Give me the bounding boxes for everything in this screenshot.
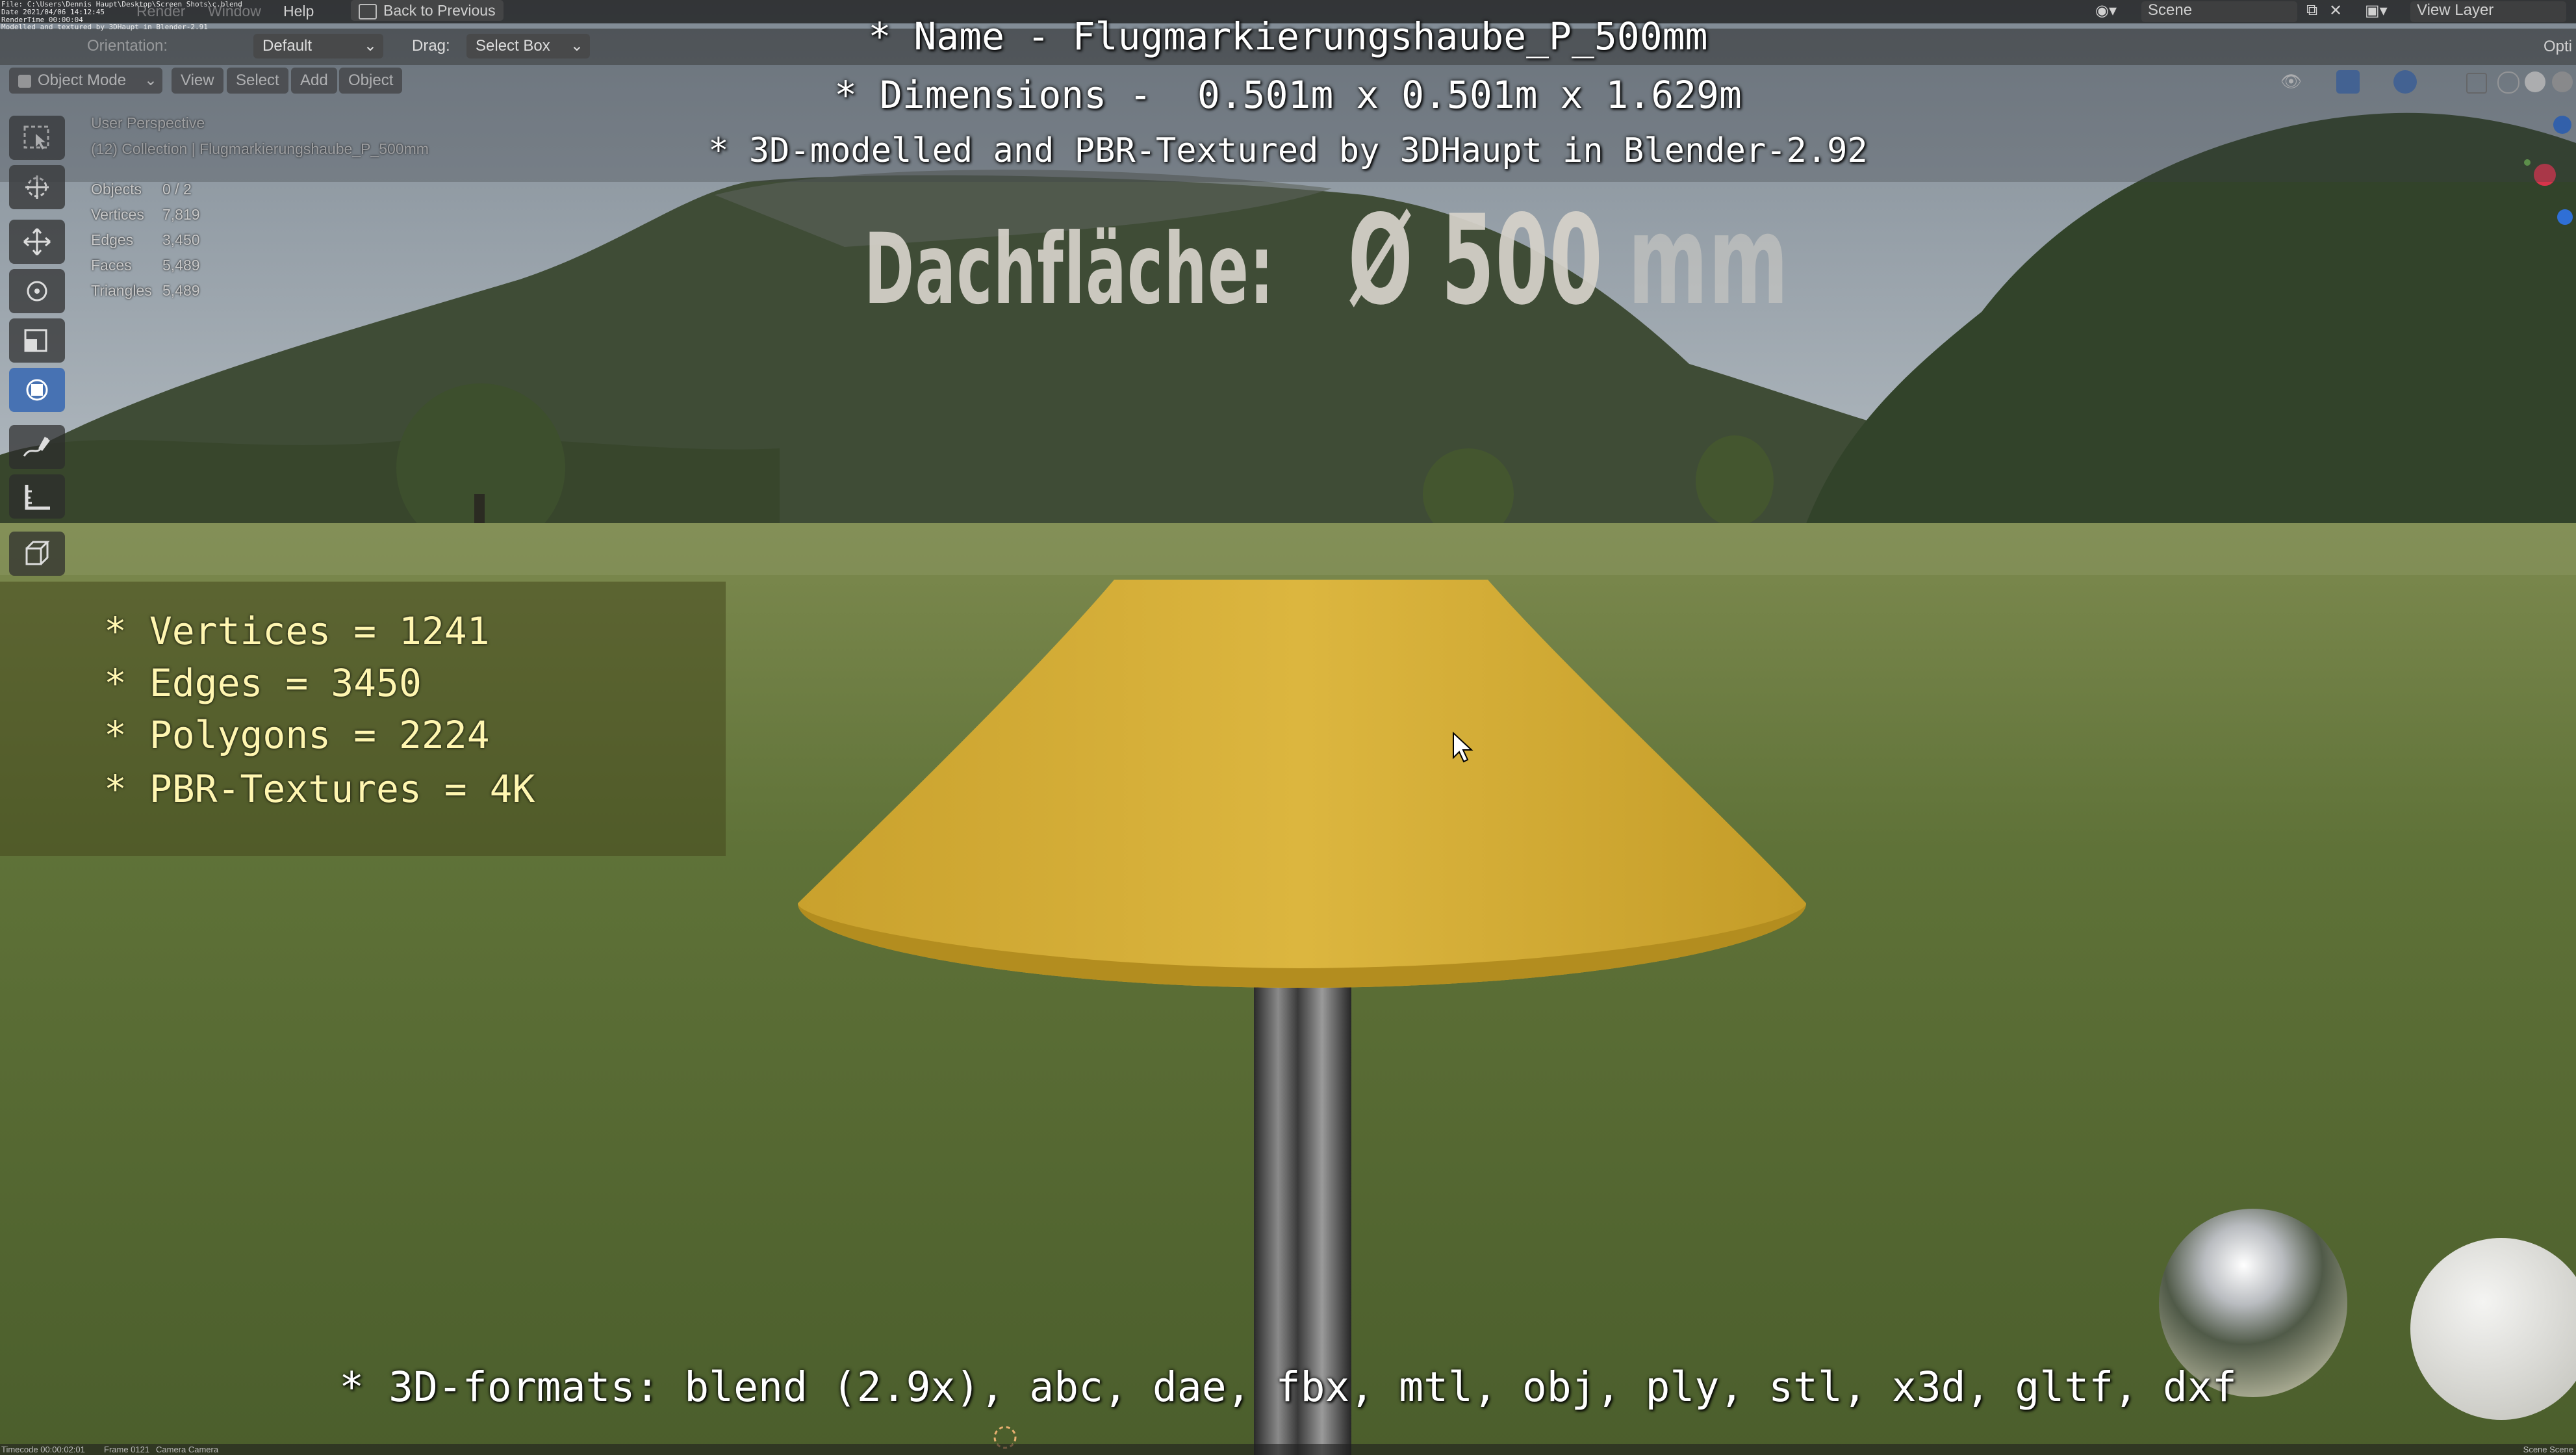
timecode: Timecode 00:00:02:01 (1, 1445, 85, 1454)
stat-edges: Edges 3,450 (91, 231, 200, 249)
stat-value: 5,489 (162, 282, 200, 299)
scene-name: Scene Scene (2523, 1445, 2573, 1454)
transform-tool[interactable] (9, 368, 65, 412)
stat-label: Triangles (91, 282, 152, 299)
stat-value: 0 / 2 (162, 181, 192, 198)
stat-faces: Faces 5,489 (91, 257, 200, 274)
stat-label: Vertices (91, 206, 144, 223)
annotate-tool[interactable] (9, 425, 65, 469)
model-info-box: * Vertices = 1241 * Edges = 3450 * Polyg… (0, 582, 726, 856)
move-tool[interactable] (9, 220, 65, 264)
info-polygons: * Polygons = 2224 (104, 713, 490, 757)
stat-objects: Objects 0 / 2 (91, 181, 192, 198)
measure-icon (25, 485, 50, 510)
blender-window: Dachfläche: Ø 500 mm File: C:\Users\Denn… (0, 0, 2576, 1455)
diameter-unit: mm (1627, 188, 1789, 332)
frame-number: Frame 0121 (104, 1445, 150, 1454)
info-vertices: * Vertices = 1241 (104, 609, 490, 653)
stat-value: 3,450 (162, 231, 200, 248)
scale-tool[interactable] (9, 318, 65, 363)
stat-label: Edges (91, 231, 134, 248)
stat-value: 5,489 (162, 257, 200, 274)
move-icon (23, 228, 51, 255)
info-textures: * PBR-Textures = 4K (104, 767, 535, 811)
diameter-value: Ø 500 (1347, 188, 1603, 332)
info-edges: * Edges = 3450 (104, 661, 422, 705)
rotate-tool[interactable] (9, 269, 65, 313)
stat-value: 7,819 (162, 206, 200, 223)
add-cube-icon (25, 541, 50, 565)
camera-name: Camera Camera (156, 1445, 219, 1454)
view-icon (2557, 209, 2573, 225)
formats-line: * 3D-formats: blend (2.9x), abc, dae, fb… (339, 1363, 2237, 1411)
stat-label: Objects (91, 181, 142, 198)
add-cube-tool[interactable] (9, 532, 65, 576)
title-name-line: * Name - Flugmarkierungshaube_P_500mm (868, 14, 1708, 58)
scene-3d-text: Dachfläche: Ø 500 mm (864, 188, 1789, 332)
measure-tool[interactable] (9, 474, 65, 519)
stat-triangles: Triangles 5,489 (91, 282, 200, 300)
title-dimensions-line: * Dimensions - 0.501m x 0.501m x 1.629m (834, 73, 1742, 117)
title-credits-line: * 3D-modelled and PBR-Textured by 3DHaup… (708, 131, 1868, 170)
status-bar: Timecode 00:00:02:01 Frame 0121 Camera C… (0, 1444, 2576, 1455)
transform-icon (26, 379, 48, 401)
rotate-icon (27, 281, 47, 302)
scale-icon (24, 329, 47, 352)
stat-label: Faces (91, 257, 132, 274)
stat-vertices: Vertices 7,819 (91, 206, 200, 224)
annotate-icon (23, 437, 50, 457)
dachflaeche-label: Dachfläche: (864, 213, 1275, 326)
